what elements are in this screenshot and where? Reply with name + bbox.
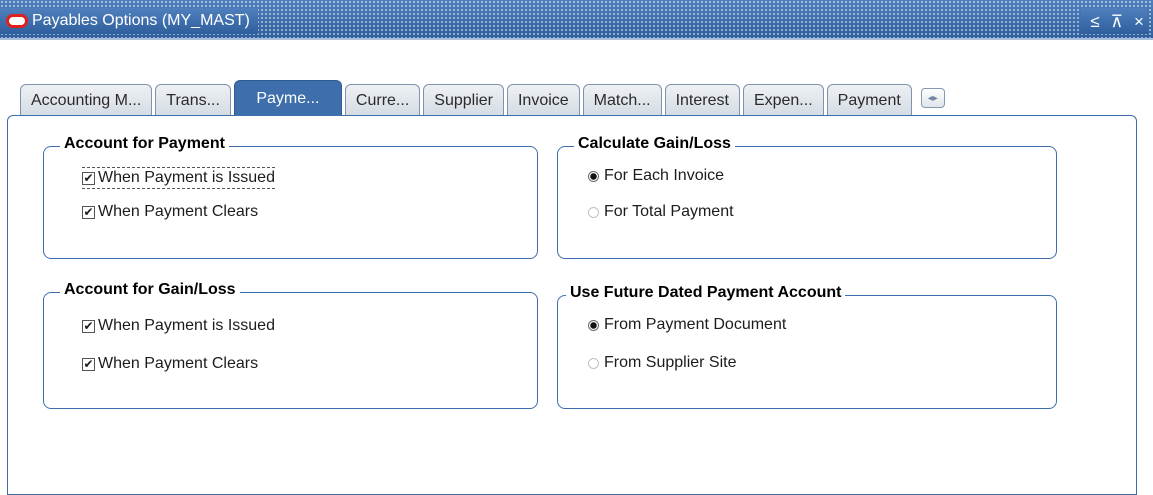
radio-unselected-icon[interactable] [588, 357, 599, 369]
close-icon[interactable]: × [1131, 13, 1147, 30]
checkbox-label: When Payment is Issued [98, 317, 275, 334]
maximize-icon[interactable]: ⊼ [1109, 13, 1125, 30]
radio-selected-icon[interactable] [588, 319, 599, 331]
checkbox-box[interactable]: ✔ [82, 171, 95, 185]
tab-expense-report[interactable]: Expen... [742, 84, 824, 116]
window-controls: ≤ ⊼ × [1081, 8, 1147, 34]
pay-when-clears-checkbox[interactable]: ✔ When Payment Clears [82, 203, 258, 221]
checkbox-label: When Payment Clears [98, 203, 259, 220]
group-title: Account for Gain/Loss [60, 281, 240, 299]
from-supplier-site-radio[interactable]: From Supplier Site [588, 354, 737, 372]
tab-strip: Accounting M... Trans... Payme... Curre.… [20, 80, 945, 116]
radio-selected-icon[interactable] [588, 170, 599, 182]
pay-when-issued-checkbox[interactable]: ✔ When Payment is Issued [82, 167, 275, 189]
checkbox-box[interactable]: ✔ [82, 357, 95, 371]
account-for-gain-loss-group: Account for Gain/Loss ✔ When Payment is … [43, 281, 538, 409]
account-for-payment-group: Account for Payment ✔ When Payment is Is… [43, 135, 538, 259]
tab-currency[interactable]: Curre... [344, 84, 421, 116]
gl-when-clears-checkbox[interactable]: ✔ When Payment Clears [82, 355, 258, 373]
oracle-logo-icon [6, 14, 28, 28]
tab-accounting-methods[interactable]: Accounting M... [20, 84, 153, 116]
radio-label: For Each Invoice [604, 167, 725, 184]
for-each-invoice-radio[interactable]: For Each Invoice [588, 167, 724, 185]
future-dated-payment-account-group: Use Future Dated Payment Account From Pa… [557, 284, 1057, 409]
for-total-payment-radio[interactable]: For Total Payment [588, 203, 734, 221]
gl-when-issued-checkbox[interactable]: ✔ When Payment is Issued [82, 317, 275, 335]
minimize-icon[interactable]: ≤ [1087, 13, 1103, 30]
checkbox-label: When Payment Clears [98, 355, 259, 372]
radio-label: For Total Payment [604, 203, 734, 220]
checkbox-box[interactable]: ✔ [82, 205, 95, 219]
group-title: Account for Payment [60, 135, 229, 153]
tab-scroll-arrows-icon[interactable]: ◂▸ [920, 88, 945, 108]
radio-label: From Supplier Site [604, 354, 737, 371]
radio-unselected-icon[interactable] [588, 206, 599, 218]
title-bar[interactable]: Payables Options (MY_MAST) ≤ ⊼ × [0, 0, 1153, 40]
tab-payment-accounting[interactable]: Payme... [233, 80, 342, 116]
payment-accounting-panel: Account for Payment ✔ When Payment is Is… [7, 115, 1137, 495]
tab-supplier[interactable]: Supplier [423, 84, 504, 116]
window-title: Payables Options (MY_MAST) [32, 12, 250, 29]
title-area: Payables Options (MY_MAST) [0, 8, 258, 34]
radio-label: From Payment Document [604, 316, 787, 333]
tab-invoice[interactable]: Invoice [506, 84, 580, 116]
checkbox-label: When Payment is Issued [98, 169, 275, 186]
tab-interest[interactable]: Interest [664, 84, 740, 116]
group-title: Calculate Gain/Loss [574, 135, 735, 153]
from-payment-document-radio[interactable]: From Payment Document [588, 316, 786, 334]
tab-matching[interactable]: Match... [582, 84, 662, 116]
tab-transactions[interactable]: Trans... [155, 84, 231, 116]
checkbox-box[interactable]: ✔ [82, 319, 95, 333]
group-title: Use Future Dated Payment Account [566, 284, 846, 302]
calculate-gain-loss-group: Calculate Gain/Loss For Each Invoice For… [557, 135, 1057, 259]
tab-payment[interactable]: Payment [826, 84, 912, 116]
